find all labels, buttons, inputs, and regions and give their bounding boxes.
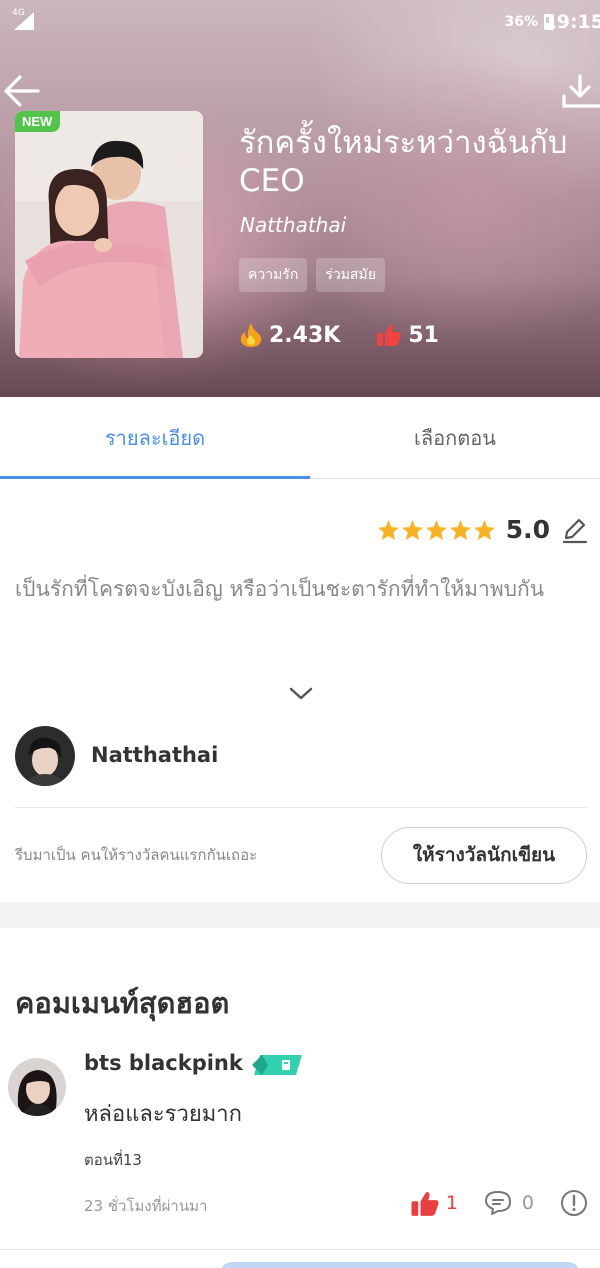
network-label: 4G [12,8,25,18]
comment-text: หล่อและรวยมาก [84,1102,242,1127]
avatar[interactable] [15,726,75,786]
book-author[interactable]: Natthathai [240,213,346,237]
bottom-action-bar[interactable] [220,1262,580,1268]
star-icon [401,519,423,540]
star-icon [425,519,447,540]
section-divider [0,902,600,928]
comment-like-button[interactable]: 1 [410,1190,458,1217]
back-arrow-icon[interactable] [0,70,42,112]
reward-row: รีบมาเป็น คนให้รางวัลคนแรกกันเถอะ ให้ราง… [15,826,587,884]
comment-report-button[interactable] [560,1189,588,1217]
info-alert-icon [561,1190,587,1216]
book-stats: 2.43K 51 [239,322,439,348]
comment-like-count: 1 [445,1192,458,1214]
status-bar: 4G 36% 19:15 [0,0,600,46]
comment-actions: 1 0 [410,1189,588,1217]
tab-details[interactable]: รายละเอียด [0,397,310,479]
speech-bubble-icon [484,1191,511,1215]
comment-reply-button[interactable]: 0 [484,1190,534,1216]
tab-bar: รายละเอียด เลือกตอน [0,397,600,479]
tag-list: ความรัก ร่วมสมัย [239,258,385,292]
tag-contemporary[interactable]: ร่วมสมัย [316,258,385,292]
views-stat: 2.43K [239,322,340,348]
rating: 5.0 [377,515,588,544]
edit-pencil-icon[interactable] [560,516,588,544]
download-icon[interactable] [560,72,600,112]
comment-reply-count: 0 [521,1192,534,1214]
star-icon [449,519,471,540]
book-description: เป็นรักที่โครตจะบังเอิญ หรือว่าเป็นชะตาร… [15,577,545,601]
book-cover[interactable]: NEW [15,111,203,358]
author-row[interactable]: Natthathai [15,726,587,808]
comment-avatar[interactable] [8,1058,66,1116]
rating-value: 5.0 [505,515,550,544]
thumbs-up-icon [411,1191,439,1216]
reward-author-button[interactable]: ให้รางวัลนักเขียน [381,826,587,884]
thumbs-up-icon [377,324,402,346]
chevron-down-icon[interactable] [288,682,314,704]
comments-heading: คอมเมนท์สุดฮอต [15,986,230,1020]
tab-chapters[interactable]: เลือกตอน [310,397,600,478]
book-header: 4G 36% 19:15 NEW รักครั้งใหม่ระหว่างฉันก… [0,0,600,397]
comment-timestamp: 23 ชั่วโมงที่ผ่านมา [84,1197,208,1215]
author-avatar-image [15,726,75,786]
battery-percent: 36% [504,14,538,30]
author-name[interactable]: Natthathai [91,743,218,767]
bottom-divider [0,1249,600,1250]
comment-username[interactable]: bts blackpink [84,1051,243,1075]
fire-icon [240,323,262,347]
tag-romance[interactable]: ความรัก [239,258,308,292]
likes-stat: 51 [376,323,439,348]
star-icon [377,519,399,540]
comment-chapter[interactable]: ตอนที่13 [84,1148,142,1172]
clock: 19:15 [543,11,600,33]
commenter-avatar-image [8,1058,66,1116]
views-count: 2.43K [269,322,341,348]
level-badge-icon [252,1055,302,1075]
likes-count: 51 [408,322,439,348]
star-rating [377,519,496,541]
book-title: รักครั้งใหม่ระหว่างฉันกับ CEO [239,125,568,199]
reward-prompt: รีบมาเป็น คนให้รางวัลคนแรกกันเถอะ [15,846,258,864]
cover-illustration [15,111,203,358]
star-icon [473,519,495,540]
new-badge: NEW [15,111,61,132]
